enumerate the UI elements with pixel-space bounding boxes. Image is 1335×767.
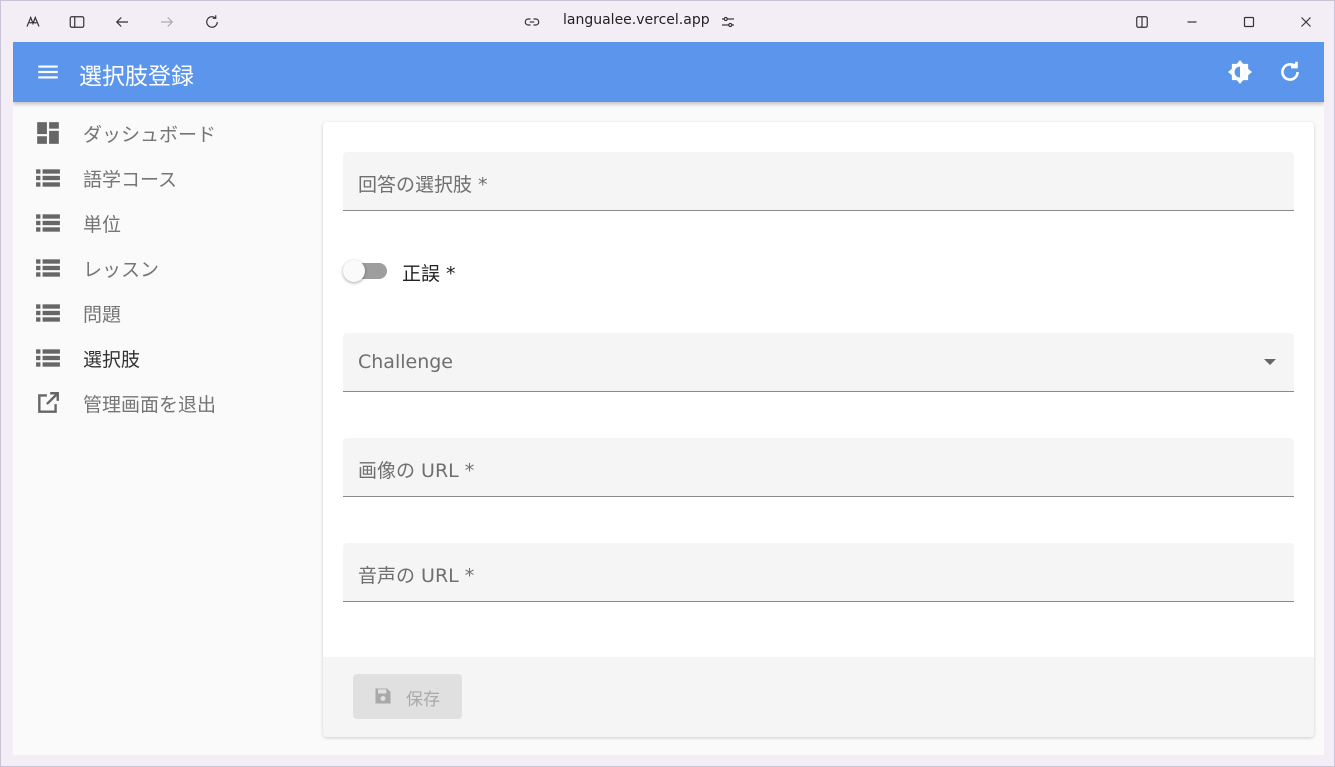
- sidebar-item-label: 単位: [83, 213, 122, 236]
- browser-toolbar: langualee.vercel.app: [1, 1, 1335, 43]
- image-url-field[interactable]: 画像の URL *: [343, 438, 1294, 497]
- sidebar-item-courses[interactable]: 語学コース: [13, 158, 313, 198]
- list-icon: [35, 255, 61, 281]
- sidebar-item-label: ダッシュボード: [83, 123, 217, 146]
- sidebar-item-challenges[interactable]: 問題: [13, 293, 313, 333]
- forward-arrow-icon[interactable]: [156, 11, 178, 33]
- create-form-card: 回答の選択肢 * 正誤 * Challenge 画像の URL * 音声の UR…: [323, 122, 1314, 737]
- page-title: 選択肢登録: [79, 64, 194, 90]
- sidebar-item-exit-admin[interactable]: 管理画面を退出: [13, 383, 313, 423]
- answer-option-label: 回答の選択肢 *: [358, 174, 488, 196]
- audio-url-field[interactable]: 音声の URL *: [343, 543, 1294, 602]
- menu-icon[interactable]: [34, 58, 62, 86]
- maximize-icon[interactable]: [1238, 11, 1260, 33]
- split-view-icon[interactable]: [1131, 11, 1153, 33]
- challenge-select-label: Challenge: [358, 351, 453, 373]
- close-icon[interactable]: [1295, 11, 1317, 33]
- admin-app: 選択肢登録 ダッシュボード 語学コース 単位 レッスン 問題 選択肢 管理画面を…: [13, 42, 1324, 755]
- site-settings-icon[interactable]: [717, 11, 739, 33]
- challenge-select[interactable]: Challenge: [343, 333, 1294, 392]
- answer-option-field[interactable]: 回答の選択肢 *: [343, 152, 1294, 211]
- list-icon: [35, 165, 61, 191]
- app-bar: 選択肢登録: [13, 42, 1324, 102]
- correct-toggle[interactable]: [343, 259, 387, 283]
- theme-toggle-icon[interactable]: [1226, 58, 1254, 86]
- sidebar-item-label: 選択肢: [83, 348, 141, 371]
- reload-icon[interactable]: [201, 11, 223, 33]
- correct-toggle-label: 正誤 *: [402, 263, 456, 285]
- app-logo-icon[interactable]: [22, 11, 44, 33]
- sidebar-item-label: 管理画面を退出: [83, 393, 217, 416]
- sidebar-item-label: 問題: [83, 303, 122, 326]
- browser-window: langualee.vercel.app 選択肢登録 ダッシュボード 語学コース…: [0, 0, 1335, 767]
- minimize-icon[interactable]: [1181, 11, 1203, 33]
- save-button[interactable]: 保存: [353, 674, 462, 719]
- form-toolbar: 保存: [323, 657, 1314, 737]
- dashboard-icon: [35, 120, 61, 146]
- refresh-icon[interactable]: [1276, 58, 1304, 86]
- address-bar[interactable]: langualee.vercel.app: [563, 12, 710, 28]
- link-icon: [521, 11, 543, 33]
- audio-url-label: 音声の URL *: [358, 565, 475, 587]
- list-icon: [35, 345, 61, 371]
- list-icon: [35, 210, 61, 236]
- dropdown-arrow-icon: [1264, 359, 1276, 365]
- sidebar-item-units[interactable]: 単位: [13, 203, 313, 243]
- save-button-label: 保存: [406, 690, 440, 710]
- list-icon: [35, 300, 61, 326]
- sidebar-item-options[interactable]: 選択肢: [13, 338, 313, 378]
- sidebar-item-label: レッスン: [83, 258, 160, 281]
- back-arrow-icon[interactable]: [111, 11, 133, 33]
- sidebar-item-dashboard[interactable]: ダッシュボード: [13, 113, 313, 153]
- save-icon: [373, 686, 393, 706]
- sidebar-item-lessons[interactable]: レッスン: [13, 248, 313, 288]
- image-url-label: 画像の URL *: [358, 460, 475, 482]
- open-external-icon: [35, 390, 61, 416]
- toggle-thumb: [343, 260, 365, 282]
- sidebar-toggle-icon[interactable]: [66, 11, 88, 33]
- sidebar-item-label: 語学コース: [83, 168, 178, 191]
